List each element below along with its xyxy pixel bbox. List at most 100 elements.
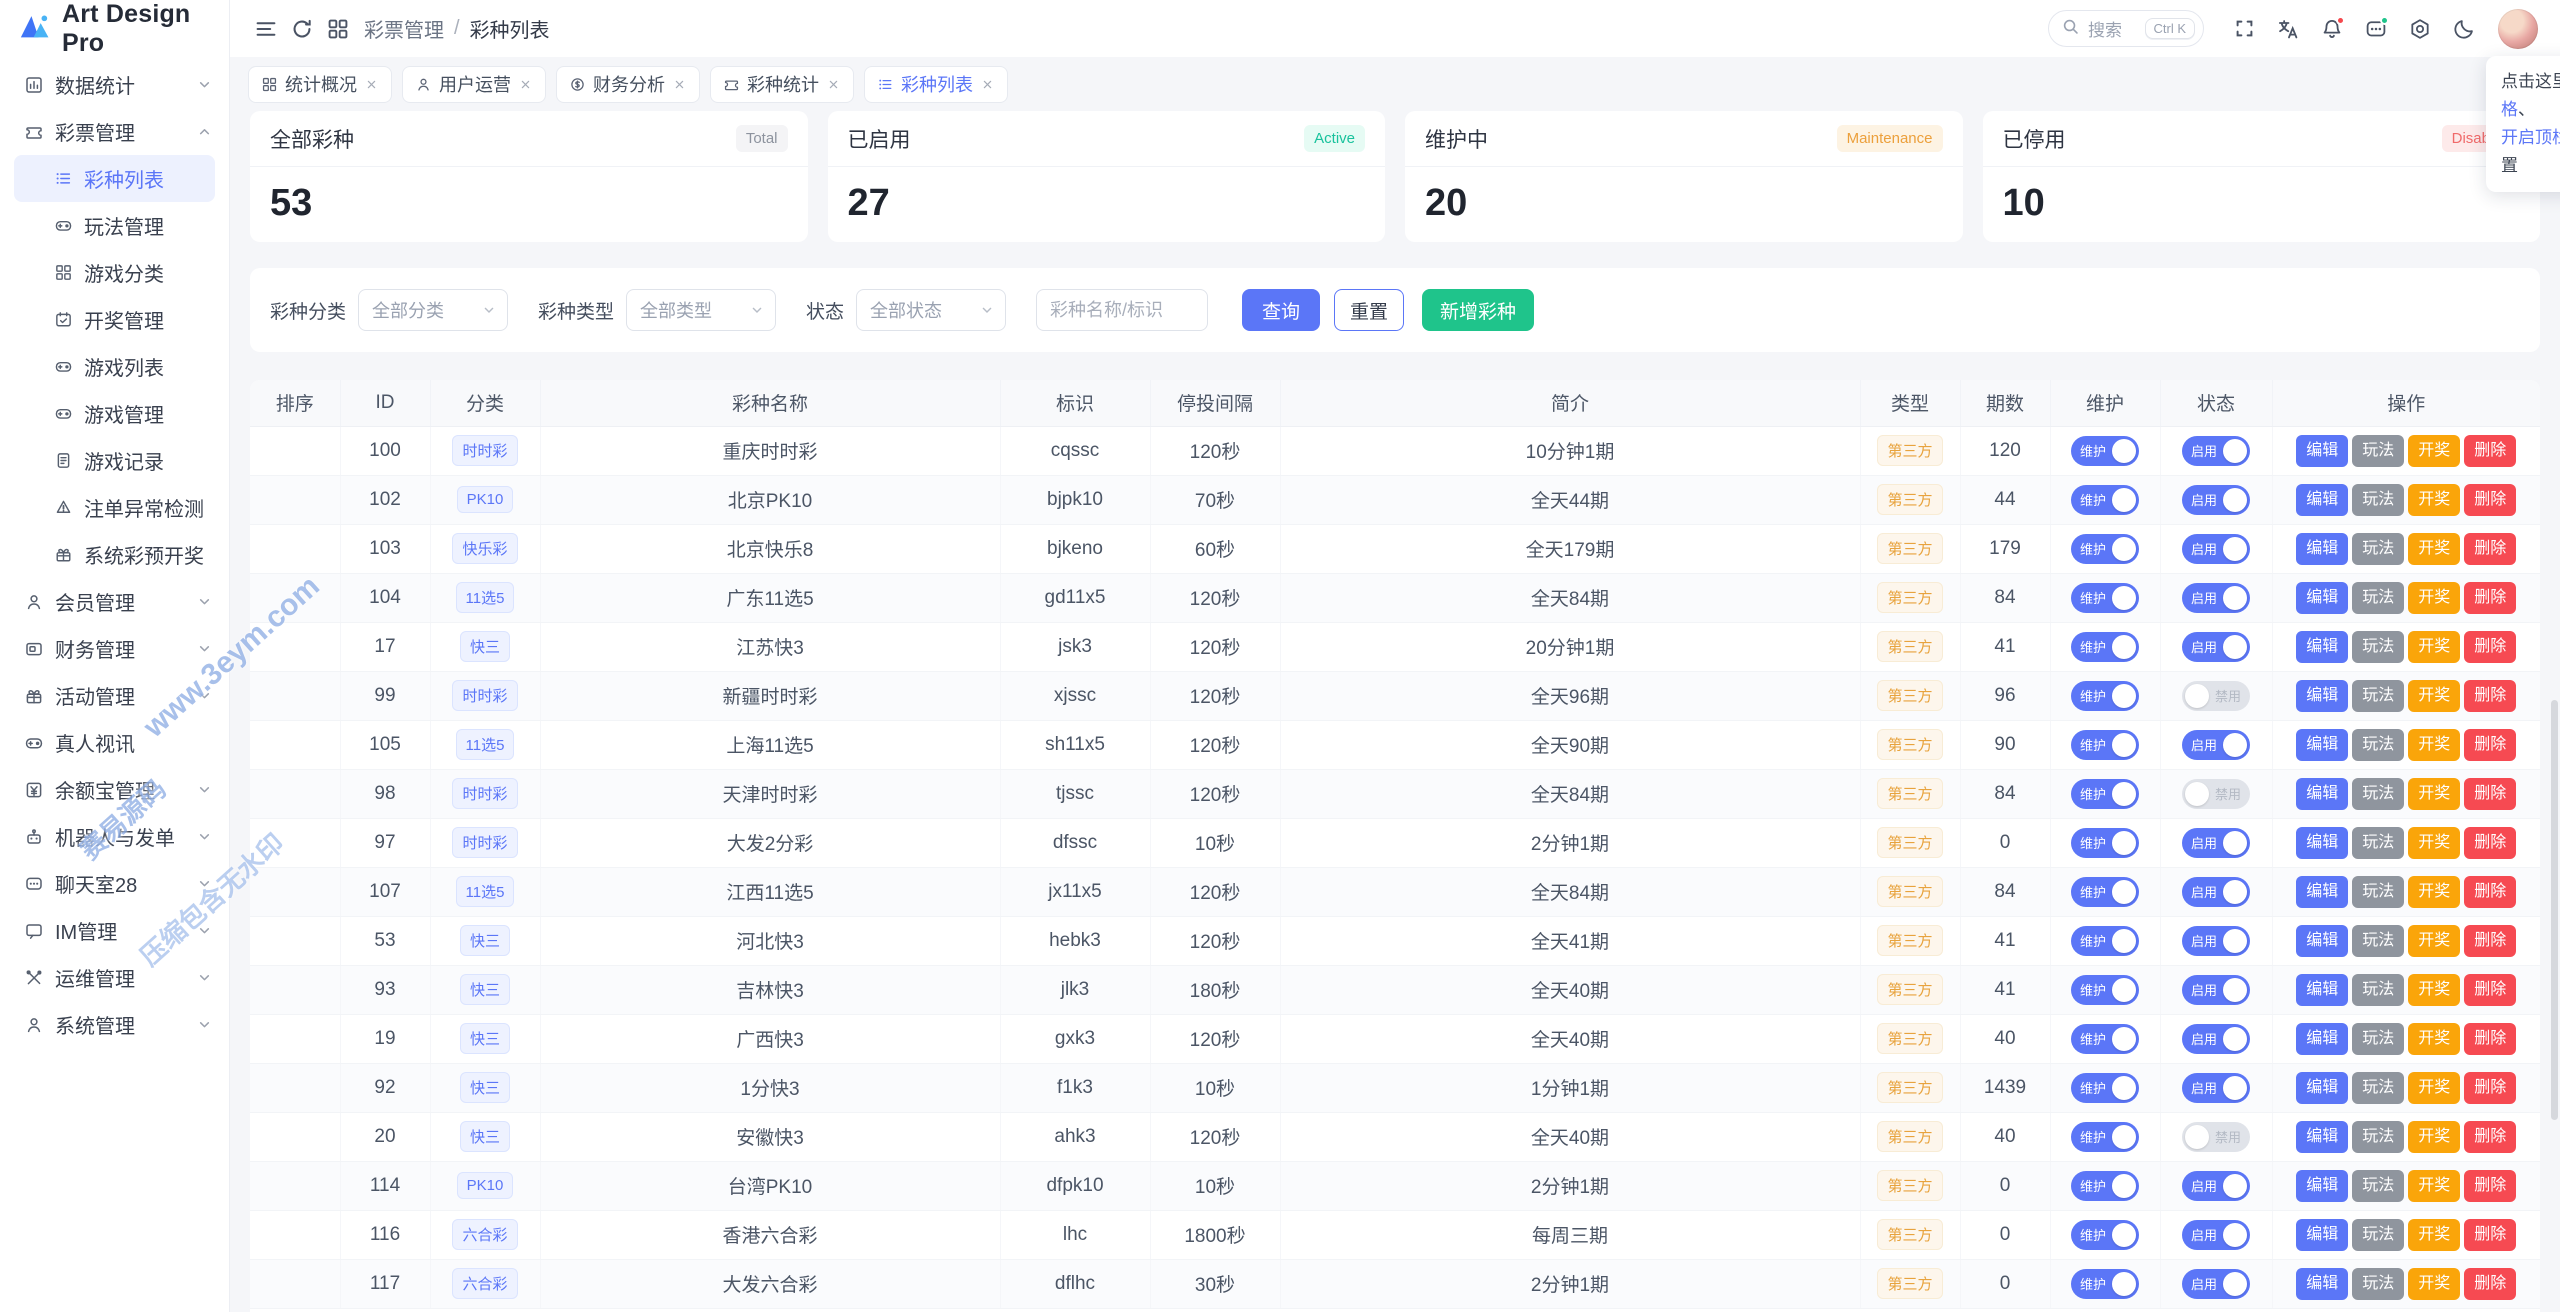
sidebar-item-19[interactable]: 运维管理 [0,954,229,1001]
maintenance-toggle[interactable]: 维护 [2071,1072,2139,1103]
op-edit-button[interactable]: 编辑 [2296,1071,2349,1104]
op-draw-button[interactable]: 开奖 [2408,1218,2461,1251]
op-draw-button[interactable]: 开奖 [2408,1169,2461,1202]
close-icon[interactable] [518,77,533,92]
status-toggle[interactable]: 启用 [2182,729,2250,760]
op-play-button[interactable]: 玩法 [2352,1071,2405,1104]
op-del-button[interactable]: 删除 [2464,1267,2517,1300]
status-toggle[interactable]: 启用 [2182,1268,2250,1299]
tab-4[interactable]: 彩种列表 [864,65,1008,103]
op-edit-button[interactable]: 编辑 [2296,1120,2349,1153]
op-draw-button[interactable]: 开奖 [2408,1120,2461,1153]
close-icon[interactable] [980,77,995,92]
maintenance-toggle[interactable]: 维护 [2071,1268,2139,1299]
sidebar-item-4[interactable]: 游戏分类 [14,249,215,296]
reset-button[interactable]: 重置 [1334,289,1405,331]
refresh-icon[interactable] [284,11,320,47]
sidebar-item-8[interactable]: 游戏记录 [14,437,215,484]
sidebar-item-11[interactable]: 会员管理 [0,578,229,625]
maintenance-toggle[interactable]: 维护 [2071,533,2139,564]
status-toggle[interactable]: 启用 [2182,1072,2250,1103]
op-draw-button[interactable]: 开奖 [2408,1071,2461,1104]
sidebar-item-9[interactable]: 注单异常检测 [14,484,215,531]
app-logo[interactable]: Art Design Pro [0,0,229,57]
op-draw-button[interactable]: 开奖 [2408,630,2461,663]
sidebar-item-12[interactable]: 财务管理 [0,625,229,672]
maintenance-toggle[interactable]: 维护 [2071,876,2139,907]
status-toggle[interactable]: 启用 [2182,533,2250,564]
sidebar-item-18[interactable]: IM管理 [0,907,229,954]
op-draw-button[interactable]: 开奖 [2408,483,2461,516]
maintenance-toggle[interactable]: 维护 [2071,631,2139,662]
op-play-button[interactable]: 玩法 [2352,581,2405,614]
op-play-button[interactable]: 玩法 [2352,483,2405,516]
op-play-button[interactable]: 玩法 [2352,630,2405,663]
tab-2[interactable]: 财务分析 [556,65,700,103]
op-del-button[interactable]: 删除 [2464,1169,2517,1202]
sidebar-item-5[interactable]: 开奖管理 [14,296,215,343]
op-del-button[interactable]: 删除 [2464,532,2517,565]
status-toggle[interactable]: 启用 [2182,582,2250,613]
messages-chat-icon[interactable] [2358,11,2394,47]
user-avatar[interactable] [2498,8,2538,49]
status-toggle[interactable]: 启用 [2182,925,2250,956]
fullscreen-icon[interactable] [2226,11,2262,47]
op-play-button[interactable]: 玩法 [2352,679,2405,712]
maintenance-toggle[interactable]: 维护 [2071,729,2139,760]
op-edit-button[interactable]: 编辑 [2296,1022,2349,1055]
op-draw-button[interactable]: 开奖 [2408,1267,2461,1300]
op-del-button[interactable]: 删除 [2464,630,2517,663]
maintenance-toggle[interactable]: 维护 [2071,1023,2139,1054]
op-play-button[interactable]: 玩法 [2352,777,2405,810]
op-play-button[interactable]: 玩法 [2352,1120,2405,1153]
status-toggle[interactable]: 启用 [2182,435,2250,466]
keyword-input[interactable] [1036,289,1209,331]
translate-icon[interactable] [2270,11,2306,47]
status-toggle[interactable]: 启用 [2182,1170,2250,1201]
op-edit-button[interactable]: 编辑 [2296,483,2349,516]
sidebar-item-7[interactable]: 游戏管理 [14,390,215,437]
op-edit-button[interactable]: 编辑 [2296,581,2349,614]
status-toggle[interactable]: 启用 [2182,974,2250,1005]
op-play-button[interactable]: 玩法 [2352,924,2405,957]
op-del-button[interactable]: 删除 [2464,826,2517,859]
sidebar-item-16[interactable]: 机器人与发单 [0,813,229,860]
op-del-button[interactable]: 删除 [2464,679,2517,712]
op-edit-button[interactable]: 编辑 [2296,826,2349,859]
op-draw-button[interactable]: 开奖 [2408,679,2461,712]
maintenance-toggle[interactable]: 维护 [2071,680,2139,711]
op-edit-button[interactable]: 编辑 [2296,630,2349,663]
sidebar-item-20[interactable]: 系统管理 [0,1001,229,1048]
status-toggle[interactable]: 禁用 [2182,778,2250,809]
op-del-button[interactable]: 删除 [2464,1120,2517,1153]
breadcrumb-parent[interactable]: 彩票管理 [364,14,444,43]
op-play-button[interactable]: 玩法 [2352,875,2405,908]
sidebar-item-3[interactable]: 玩法管理 [14,202,215,249]
op-edit-button[interactable]: 编辑 [2296,679,2349,712]
collapse-menu-icon[interactable] [248,11,284,47]
sidebar-item-1[interactable]: 彩票管理 [0,108,229,155]
op-edit-button[interactable]: 编辑 [2296,875,2349,908]
status-toggle[interactable]: 启用 [2182,1219,2250,1250]
op-edit-button[interactable]: 编辑 [2296,532,2349,565]
op-edit-button[interactable]: 编辑 [2296,728,2349,761]
op-play-button[interactable]: 玩法 [2352,1218,2405,1251]
op-edit-button[interactable]: 编辑 [2296,973,2349,1006]
op-edit-button[interactable]: 编辑 [2296,1169,2349,1202]
status-toggle[interactable]: 禁用 [2182,680,2250,711]
close-icon[interactable] [672,77,687,92]
op-play-button[interactable]: 玩法 [2352,1022,2405,1055]
maintenance-toggle[interactable]: 维护 [2071,974,2139,1005]
vertical-scrollbar[interactable] [2551,700,2558,1120]
status-toggle[interactable]: 启用 [2182,827,2250,858]
op-del-button[interactable]: 删除 [2464,973,2517,1006]
sidebar-item-13[interactable]: 活动管理 [0,672,229,719]
tab-0[interactable]: 统计概况 [248,65,392,103]
op-del-button[interactable]: 删除 [2464,777,2517,810]
op-draw-button[interactable]: 开奖 [2408,532,2461,565]
tab-1[interactable]: 用户运营 [402,65,546,103]
op-draw-button[interactable]: 开奖 [2408,1022,2461,1055]
op-del-button[interactable]: 删除 [2464,728,2517,761]
sidebar-item-14[interactable]: 真人视讯 [0,719,229,766]
global-search-input[interactable]: 搜索 Ctrl K [2048,10,2204,47]
